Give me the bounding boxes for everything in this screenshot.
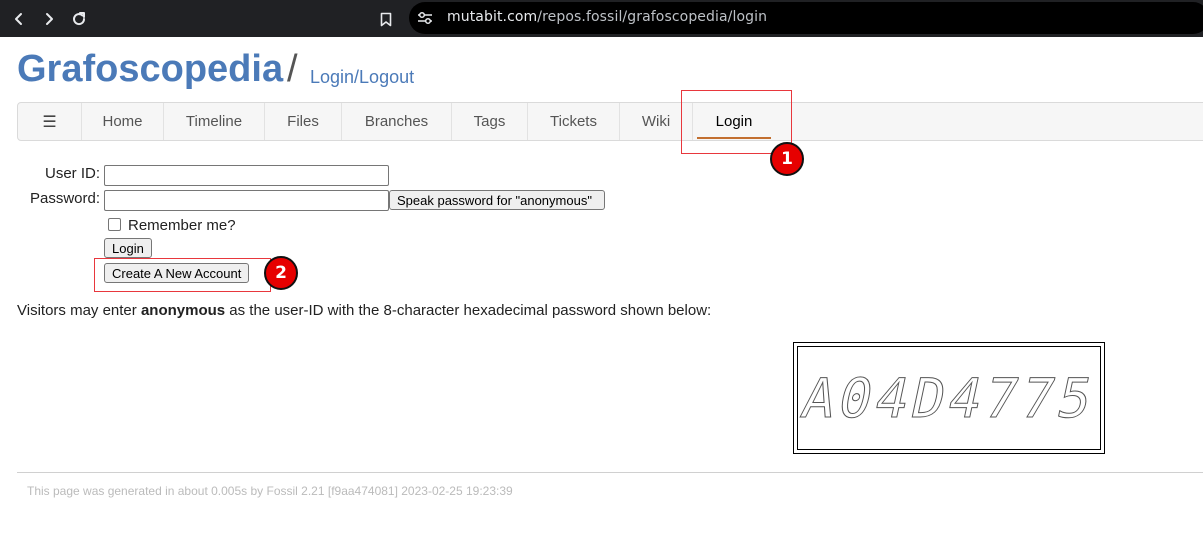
menu-item-branches[interactable]: Branches	[342, 103, 452, 140]
captcha-text: A04D4775	[796, 366, 1102, 430]
title-separator: /	[287, 48, 298, 90]
url-text: mutabit.com/repos.fossil/grafoscopedia/l…	[447, 9, 767, 25]
annotation-box-2	[94, 258, 271, 292]
info-anonymous-user: anonymous	[140, 302, 226, 319]
footer-divider	[17, 472, 1203, 473]
password-input[interactable]	[104, 190, 389, 211]
annotation-badge-1: 1	[770, 142, 804, 176]
forward-icon[interactable]	[38, 8, 60, 30]
menu-item-tags[interactable]: Tags	[452, 103, 528, 140]
info-suffix: as the user-ID with the 8-character hexa…	[225, 302, 712, 319]
main-menu: ☰ Home Timeline Files Branches Tags Tick…	[17, 102, 1203, 141]
remember-me-checkbox[interactable]	[108, 218, 121, 231]
speak-password-button[interactable]: Speak password for "anonymous"	[389, 190, 605, 210]
remember-me-label: Remember me?	[128, 217, 236, 234]
url-path: /repos.fossil/grafoscopedia/login	[537, 9, 768, 25]
captcha-box: A04D4775	[793, 342, 1105, 454]
reload-icon[interactable]	[68, 8, 90, 30]
hamburger-menu-icon[interactable]: ☰	[18, 103, 82, 140]
anonymous-login-info: Visitors may enter anonymous as the user…	[17, 302, 711, 319]
user-id-label: User ID:	[44, 165, 100, 182]
bookmark-icon[interactable]	[375, 8, 397, 30]
page-title: Login/Logout	[310, 67, 415, 87]
menu-item-timeline[interactable]: Timeline	[164, 103, 265, 140]
password-label: Password:	[29, 190, 100, 207]
menu-item-tickets[interactable]: Tickets	[528, 103, 620, 140]
annotation-box-1	[681, 90, 792, 154]
address-bar[interactable]: mutabit.com/repos.fossil/grafoscopedia/l…	[409, 2, 1203, 34]
footer-text: This page was generated in about 0.005s …	[27, 484, 513, 498]
site-title[interactable]: Grafoscopedia	[17, 48, 283, 91]
login-button[interactable]: Login	[104, 238, 152, 258]
back-icon[interactable]	[8, 8, 30, 30]
info-prefix: Visitors may enter	[17, 302, 141, 319]
site-info-icon[interactable]	[417, 11, 433, 25]
annotation-badge-2: 2	[264, 256, 298, 290]
menu-item-home[interactable]: Home	[82, 103, 164, 140]
browser-toolbar: mutabit.com/repos.fossil/grafoscopedia/l…	[0, 0, 1203, 37]
menu-item-files[interactable]: Files	[265, 103, 342, 140]
user-id-input[interactable]	[104, 165, 389, 186]
url-host: mutabit.com	[447, 9, 538, 25]
captcha-inner-frame: A04D4775	[796, 346, 1102, 450]
